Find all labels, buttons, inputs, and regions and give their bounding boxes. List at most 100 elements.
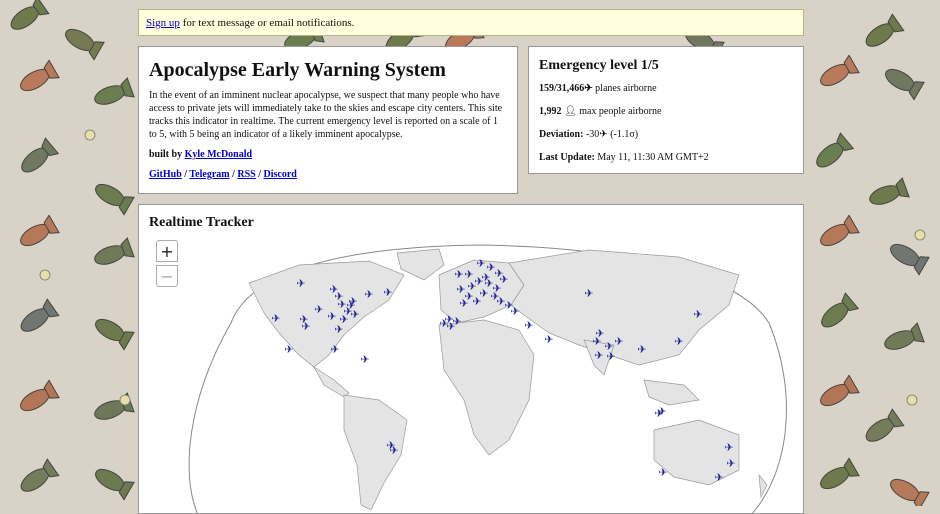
- bomb-decoration: [869, 177, 910, 205]
- bomb-decoration: [865, 13, 905, 47]
- bomb-decoration: [820, 457, 860, 490]
- separator: /: [258, 169, 262, 180]
- airplane-icon[interactable]: ✈: [594, 349, 603, 362]
- description: In the event of an imminent nuclear apoc…: [149, 90, 503, 140]
- deviation-row: Deviation: -30✈ (-1.1σ): [539, 128, 793, 141]
- airplane-icon[interactable]: ✈: [284, 343, 293, 356]
- airplane-icon[interactable]: ✈: [726, 457, 735, 470]
- last-update-row: Last Update: May 11, 11:30 AM GMT+2: [539, 151, 793, 164]
- person-icon: 👤︎: [564, 106, 577, 117]
- airplane-icon[interactable]: ✈: [524, 319, 533, 332]
- bomb-decoration: [65, 28, 105, 61]
- airplane-icon[interactable]: ✈: [456, 283, 465, 296]
- airplane-icon[interactable]: ✈: [674, 335, 683, 348]
- emergency-level: Emergency level 1/5: [539, 58, 659, 73]
- bomb-decoration: [20, 59, 60, 92]
- bomb-decoration: [20, 379, 60, 412]
- bomb-decoration: [10, 0, 50, 30]
- bomb-decoration: [884, 322, 925, 350]
- bomb-decoration: [20, 298, 60, 332]
- airplane-icon[interactable]: ✈: [584, 287, 593, 300]
- bomb-decoration: [820, 54, 860, 87]
- airplane-icon[interactable]: ✈: [544, 333, 553, 346]
- github-link[interactable]: GitHub: [149, 169, 182, 180]
- bomb-decoration: [820, 214, 860, 247]
- airplane-icon: ✈: [584, 83, 593, 94]
- airplane-icon[interactable]: ✈: [327, 310, 336, 323]
- rss-link[interactable]: RSS: [237, 169, 255, 180]
- airplane-icon[interactable]: ✈: [481, 271, 490, 284]
- radiation-icon: [914, 229, 926, 241]
- zoom-out-button[interactable]: −: [156, 265, 178, 287]
- bomb-decoration: [20, 458, 60, 492]
- airplane-icon[interactable]: ✈: [389, 444, 398, 457]
- airplane-icon[interactable]: ✈: [606, 350, 615, 363]
- airplane-icon[interactable]: ✈: [364, 288, 373, 301]
- world-map[interactable]: ✈✈✈✈✈✈✈✈✈✈✈✈✈✈ ✈✈ ✈✈✈✈✈ ✈✈ ✈✈✈ ✈✈✈✈✈✈ ✈✈✈✈✈✈✈✈…: [139, 205, 804, 514]
- airplane-icon[interactable]: ✈: [334, 323, 343, 336]
- airplane-icon[interactable]: ✈: [499, 273, 508, 286]
- airplane-icon[interactable]: ✈: [724, 441, 733, 454]
- planes-airborne-row: 159/31,466✈ planes airborne: [539, 82, 793, 95]
- airplane-icon[interactable]: ✈: [637, 343, 646, 356]
- built-by-prefix: built by: [149, 149, 185, 160]
- airplane-icon[interactable]: ✈: [693, 308, 702, 321]
- update-value: May 11, 11:30 AM GMT+2: [597, 152, 709, 163]
- built-by: built by Kyle McDonald: [149, 148, 507, 161]
- airplane-icon[interactable]: ✈: [271, 312, 280, 325]
- bomb-decoration: [95, 183, 135, 216]
- airplane-icon[interactable]: ✈: [454, 268, 463, 281]
- airplane-icon[interactable]: ✈: [314, 303, 323, 316]
- airplane-icon[interactable]: ✈: [301, 320, 310, 333]
- bomb-decoration: [865, 408, 905, 442]
- airplane-icon[interactable]: ✈: [360, 353, 369, 366]
- planes-count: 159/31,466: [539, 83, 585, 94]
- bomb-decoration: [820, 374, 860, 407]
- sign-up-link[interactable]: Sign up: [146, 17, 180, 29]
- airplane-icon[interactable]: ✈: [350, 308, 359, 321]
- airplane-icon[interactable]: ✈: [476, 257, 485, 270]
- people-airborne-row: 1,992 👤︎ max people airborne: [539, 105, 793, 118]
- zoom-in-button[interactable]: +: [156, 240, 178, 262]
- bomb-decoration: [95, 468, 135, 501]
- airplane-icon[interactable]: ✈: [296, 277, 305, 290]
- bomb-decoration: [885, 68, 925, 101]
- airplane-icon[interactable]: ✈: [459, 297, 468, 310]
- radiation-icon: [906, 394, 918, 406]
- social-links: GitHub / Telegram / RSS / Discord: [149, 168, 507, 181]
- radiation-icon: [39, 269, 51, 281]
- discord-link[interactable]: Discord: [264, 169, 297, 180]
- airplane-icon[interactable]: ✈: [330, 343, 339, 356]
- airplane-icon[interactable]: ✈: [472, 295, 481, 308]
- airplane-icon[interactable]: ✈: [592, 335, 601, 348]
- people-label: max people airborne: [579, 106, 662, 117]
- tracker-title: Realtime Tracker: [149, 215, 254, 230]
- radiation-icon: [119, 394, 131, 406]
- bomb-decoration: [94, 77, 135, 105]
- airplane-icon[interactable]: ✈: [383, 286, 392, 299]
- deviation-sigma: (-1.1σ): [610, 129, 639, 140]
- separator: /: [232, 169, 235, 180]
- airplane-icon[interactable]: ✈: [658, 466, 667, 479]
- bomb-decoration: [821, 292, 860, 328]
- airplane-icon[interactable]: ✈: [657, 405, 666, 418]
- author-link[interactable]: Kyle McDonald: [185, 149, 253, 160]
- bomb-decoration: [21, 137, 60, 173]
- airplane-icon[interactable]: ✈: [446, 320, 455, 333]
- airplane-icon[interactable]: ✈: [510, 305, 519, 318]
- bomb-decoration: [94, 237, 135, 265]
- deviation-value: -30: [585, 129, 600, 140]
- tracker-panel: ✈ ✈ ✈ ✈ ✈ ✈ ✈ ✈ ✈ ✈ ✈ ✈ ✈ ✈ ✈ ✈ ✈ ✈ ✈ ✈ ✈ ✈ ✈ ✈ ✈ ✈ ✈ ✈ ✈ ✈ ✈ ✈ ✈ ✈ ✈ ✈ ✈ ✈ ✈ ✈…: [138, 204, 804, 514]
- airplane-icon[interactable]: ✈: [467, 280, 476, 293]
- airplane-icon[interactable]: ✈: [614, 335, 623, 348]
- bomb-decoration: [816, 132, 855, 168]
- deviation-label: Deviation:: [539, 129, 584, 140]
- radiation-icon: [84, 129, 96, 141]
- planes-label: planes airborne: [595, 83, 657, 94]
- bomb-decoration: [890, 478, 930, 506]
- bomb-decoration: [890, 243, 930, 276]
- update-label: Last Update:: [539, 152, 595, 163]
- airplane-icon[interactable]: ✈: [714, 471, 723, 484]
- separator: /: [184, 169, 188, 180]
- telegram-link[interactable]: Telegram: [189, 169, 229, 180]
